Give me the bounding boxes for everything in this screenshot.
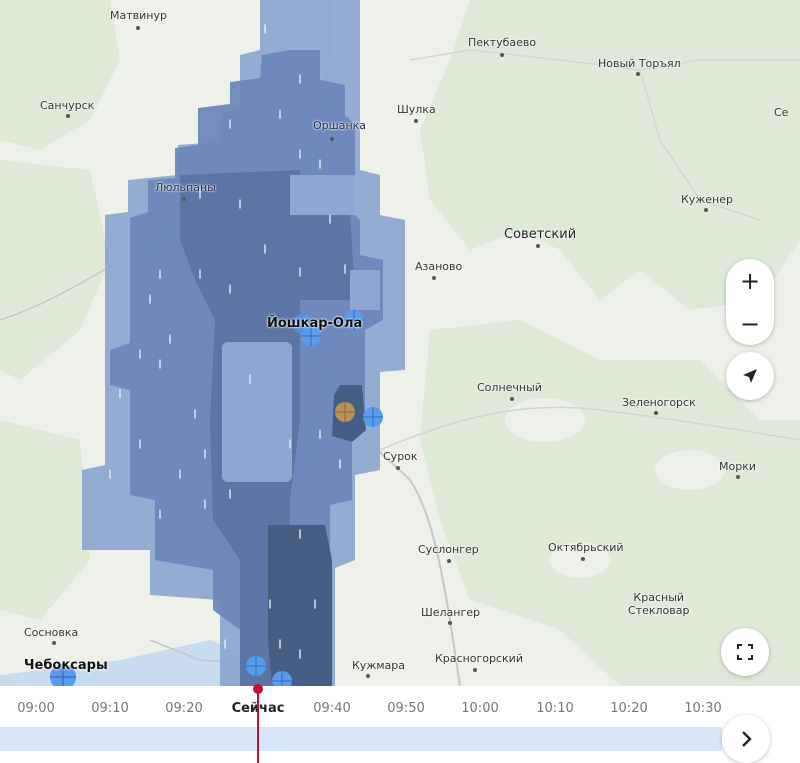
place-label[interactable]: Зеленогорск — [622, 396, 696, 409]
zoom-out-button[interactable]: − — [740, 312, 760, 336]
place-label[interactable]: Куженер — [681, 193, 733, 206]
place-label[interactable]: Азаново — [415, 260, 462, 273]
place-label[interactable]: Кужмара — [352, 659, 405, 672]
timeline-marker-handle[interactable] — [253, 684, 263, 694]
timeline-next-button[interactable] — [722, 715, 770, 763]
place-label[interactable]: Матвинур — [110, 9, 167, 22]
timeline-tick[interactable]: 10:30 — [684, 701, 721, 716]
place-dot — [736, 475, 740, 479]
place-label[interactable]: Красногорский — [435, 652, 523, 665]
place-label[interactable]: Се — [774, 106, 788, 119]
timeline-current-marker[interactable] — [257, 684, 259, 763]
chevron-right-icon — [742, 731, 752, 747]
timeline-tick[interactable]: 09:10 — [91, 701, 128, 716]
fullscreen-button[interactable] — [721, 628, 769, 676]
zoom-control: + − — [726, 259, 774, 345]
place-label[interactable]: Чебоксары — [24, 658, 108, 673]
place-label[interactable]: Красный Стекловар — [628, 591, 689, 617]
locate-button[interactable] — [726, 352, 774, 400]
place-dot — [581, 557, 585, 561]
place-label[interactable]: Шелангер — [421, 606, 480, 619]
place-dot — [473, 668, 477, 672]
place-dot — [330, 137, 334, 141]
hail-umbrella-icon[interactable] — [332, 399, 358, 425]
rain-umbrella-icon[interactable] — [243, 653, 269, 679]
place-dot — [636, 72, 640, 76]
timeline-track[interactable] — [0, 727, 722, 751]
place-dot — [414, 119, 418, 123]
place-label[interactable]: Октябрьский — [548, 541, 624, 554]
place-label[interactable]: Йошкар-Ола — [267, 316, 362, 331]
place-dot — [182, 197, 186, 201]
timeline-tick[interactable]: 09:00 — [17, 701, 54, 716]
place-dot — [396, 466, 400, 470]
timeline-tick[interactable]: 10:10 — [536, 701, 573, 716]
place-label[interactable]: Советский — [504, 227, 576, 242]
place-dot — [432, 276, 436, 280]
place-dot — [447, 559, 451, 563]
precipitation-map[interactable]: Матвинур Пектубаево Новый Торъял Санчурс… — [0, 0, 800, 686]
place-label[interactable]: Шулка — [397, 103, 436, 116]
place-label[interactable]: Солнечный — [477, 381, 542, 394]
place-dot — [704, 208, 708, 212]
navigation-arrow-icon — [743, 369, 757, 383]
place-dot — [136, 26, 140, 30]
place-dot — [66, 114, 70, 118]
timeline-tick[interactable]: 10:00 — [461, 701, 498, 716]
timeline-tick[interactable]: 09:50 — [387, 701, 424, 716]
place-label[interactable]: Новый Торъял — [598, 57, 681, 70]
place-label[interactable]: Морки — [719, 460, 756, 473]
timeline-bar[interactable]: 09:00 09:10 09:20 Сейчас 09:40 09:50 10:… — [0, 684, 800, 763]
place-label[interactable]: Пектубаево — [468, 36, 536, 49]
place-dot — [448, 621, 452, 625]
timeline-tick[interactable]: 09:40 — [313, 701, 350, 716]
place-label[interactable]: Суслонгер — [418, 543, 479, 556]
place-label[interactable]: Санчурск — [40, 99, 94, 112]
fullscreen-icon — [737, 644, 753, 660]
place-label[interactable]: Оршанка — [313, 119, 366, 132]
timeline-tick[interactable]: 10:20 — [610, 701, 647, 716]
rain-umbrella-icon[interactable] — [360, 404, 386, 430]
place-dot — [52, 641, 56, 645]
place-dot — [536, 244, 540, 248]
place-label[interactable]: Сосновка — [24, 626, 78, 639]
rain-umbrella-icon[interactable] — [269, 668, 295, 686]
place-dot — [654, 411, 658, 415]
zoom-in-button[interactable]: + — [740, 269, 760, 293]
place-label[interactable]: Люльпаны — [155, 181, 216, 194]
place-dot — [510, 397, 514, 401]
place-dot — [366, 674, 370, 678]
place-dot — [500, 53, 504, 57]
place-label[interactable]: Сурок — [383, 450, 418, 463]
timeline-tick[interactable]: 09:20 — [165, 701, 202, 716]
